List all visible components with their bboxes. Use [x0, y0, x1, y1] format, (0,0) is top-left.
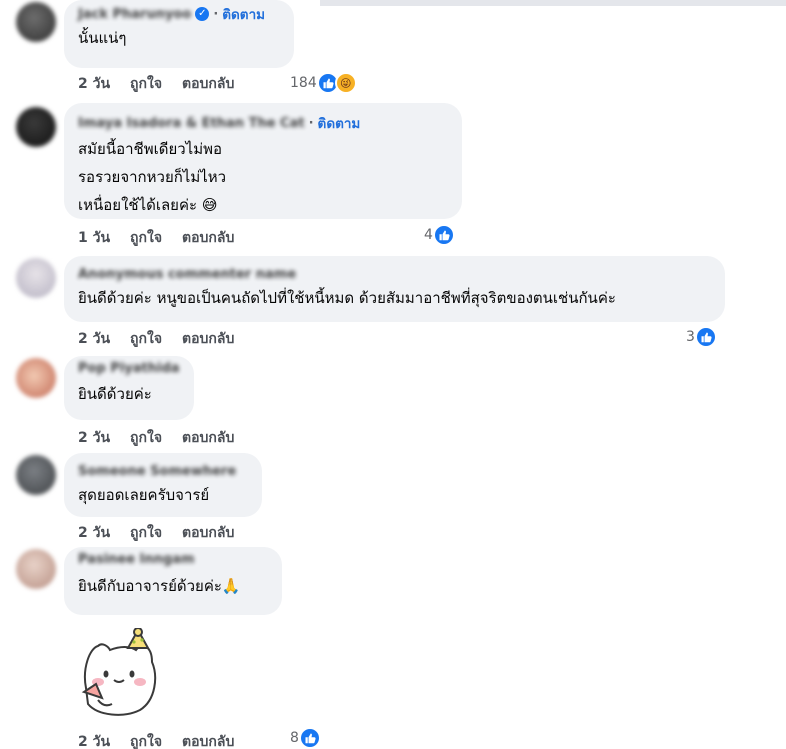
top-divider	[320, 0, 786, 6]
comment-line: ยินดีด้วยค่ะ หนูขอเป็นคนถัดไปที่ใช้หนี้ห…	[78, 289, 616, 307]
timestamp[interactable]: 1 วัน	[78, 227, 110, 249]
author-name[interactable]: Someone Somewhere	[78, 464, 236, 479]
avatar[interactable]	[16, 455, 56, 495]
like-button[interactable]: ถูกใจ	[130, 427, 162, 449]
haha-reaction-icon: 😜	[334, 72, 357, 94]
author-name[interactable]: Pop Piyathida	[78, 361, 180, 376]
comment-line: เหนื่อยใช้ได้เลยค่ะ 😅	[78, 196, 218, 214]
author-row: Pop Piyathida	[78, 360, 182, 376]
reaction-count: 184	[290, 75, 317, 91]
comment-bubble: Pasinee Inngam ยินดีกับอาจารย์ด้วยค่ะ🙏	[64, 547, 282, 615]
comment-bubble: Anonymous commenter name ยินดีด้วยค่ะ หน…	[64, 256, 725, 322]
follow-button[interactable]: ติดตาม	[222, 3, 265, 25]
author-name[interactable]: Pasinee Inngam	[78, 552, 195, 567]
author-row: Pasinee Inngam	[78, 551, 270, 567]
reply-button[interactable]: ตอบกลับ	[182, 731, 234, 749]
comment-text: สมัยนี้อาชีพเดียวไม่พอ รอรวยจากหวยก็ไม่ไ…	[78, 135, 450, 219]
comment-bubble: Jack Pharunyoo ✓ · ติดตาม นั้นแน่ๆ	[64, 0, 294, 68]
timestamp[interactable]: 2 วัน	[78, 427, 110, 449]
comment-actions: 2 วัน ถูกใจ ตอบกลับ	[78, 522, 254, 544]
author-row: Anonymous commenter name	[78, 266, 713, 282]
comment-actions: 1 วัน ถูกใจ ตอบกลับ	[78, 227, 254, 249]
comment-line: สมัยนี้อาชีพเดียวไม่พอ	[78, 140, 222, 158]
timestamp[interactable]: 2 วัน	[78, 73, 110, 95]
reaction-summary[interactable]: 3	[686, 326, 717, 348]
separator-dot: ·	[308, 115, 314, 131]
comment-text: ยินดีด้วยค่ะ หนูขอเป็นคนถัดไปที่ใช้หนี้ห…	[78, 285, 713, 312]
cat-sticker-icon	[81, 627, 157, 716]
avatar[interactable]	[16, 358, 56, 398]
comment-actions: 2 วัน ถูกใจ ตอบกลับ	[78, 427, 254, 449]
reply-button[interactable]: ตอบกลับ	[182, 328, 234, 350]
author-row: Jack Pharunyoo ✓ · ติดตาม	[78, 3, 282, 25]
like-button[interactable]: ถูกใจ	[130, 522, 162, 544]
comment-actions: 2 วัน ถูกใจ ตอบกลับ	[78, 328, 254, 350]
follow-button[interactable]: ติดตาม	[318, 112, 361, 134]
comment-line: สุดยอดเลยครับจารย์	[78, 486, 210, 504]
reaction-summary[interactable]: 4	[424, 224, 455, 246]
comment-line: ยินดีด้วยค่ะ	[78, 385, 152, 403]
reaction-count: 4	[424, 227, 433, 243]
timestamp[interactable]: 2 วัน	[78, 522, 110, 544]
comment-bubble: Pop Piyathida ยินดีด้วยค่ะ	[64, 356, 194, 420]
avatar[interactable]	[16, 549, 56, 589]
separator-dot: ·	[213, 6, 219, 22]
avatar[interactable]	[16, 107, 56, 147]
comment-text: นั้นแน่ๆ	[78, 25, 282, 52]
comment-actions: 2 วัน ถูกใจ ตอบกลับ	[78, 73, 254, 95]
comment-line: รอรวยจากหวยก็ไม่ไหว	[78, 168, 227, 186]
comment-actions: 2 วัน ถูกใจ ตอบกลับ	[78, 731, 254, 749]
comment-line: นั้นแน่ๆ	[78, 29, 127, 47]
like-button[interactable]: ถูกใจ	[130, 328, 162, 350]
comment-text: ยินดีกับอาจารย์ด้วยค่ะ🙏	[78, 573, 270, 600]
verified-badge-icon: ✓	[195, 7, 210, 21]
author-row: Imaya Isadora & Ethan The Cat · ติดตาม	[78, 112, 450, 134]
like-button[interactable]: ถูกใจ	[130, 73, 162, 95]
comment-text: ยินดีด้วยค่ะ	[78, 381, 182, 408]
avatar[interactable]	[16, 2, 56, 42]
like-reaction-icon	[694, 326, 717, 348]
comment-line: ยินดีกับอาจารย์ด้วยค่ะ🙏	[78, 577, 241, 595]
reaction-count: 8	[290, 730, 299, 746]
like-reaction-icon	[298, 727, 321, 749]
author-row: Someone Somewhere	[78, 463, 250, 479]
comment-bubble: Imaya Isadora & Ethan The Cat · ติดตาม ส…	[64, 103, 462, 219]
reaction-summary[interactable]: 8	[290, 727, 321, 749]
author-name[interactable]: Imaya Isadora & Ethan The Cat	[78, 116, 305, 131]
like-button[interactable]: ถูกใจ	[130, 731, 162, 749]
timestamp[interactable]: 2 วัน	[78, 328, 110, 350]
cat-sticker[interactable]	[76, 627, 160, 720]
comment-text: สุดยอดเลยครับจารย์	[78, 482, 250, 509]
reaction-summary[interactable]: 184 😜	[290, 72, 357, 94]
like-reaction-icon	[432, 224, 455, 246]
reply-button[interactable]: ตอบกลับ	[182, 427, 234, 449]
like-button[interactable]: ถูกใจ	[130, 227, 162, 249]
avatar[interactable]	[16, 258, 56, 298]
reply-button[interactable]: ตอบกลับ	[182, 73, 234, 95]
reply-button[interactable]: ตอบกลับ	[182, 227, 234, 249]
reply-button[interactable]: ตอบกลับ	[182, 522, 234, 544]
timestamp[interactable]: 2 วัน	[78, 731, 110, 749]
comment-bubble: Someone Somewhere สุดยอดเลยครับจารย์	[64, 453, 262, 517]
reaction-count: 3	[686, 329, 695, 345]
author-name[interactable]: Anonymous commenter name	[78, 267, 296, 282]
author-name[interactable]: Jack Pharunyoo	[78, 7, 191, 22]
